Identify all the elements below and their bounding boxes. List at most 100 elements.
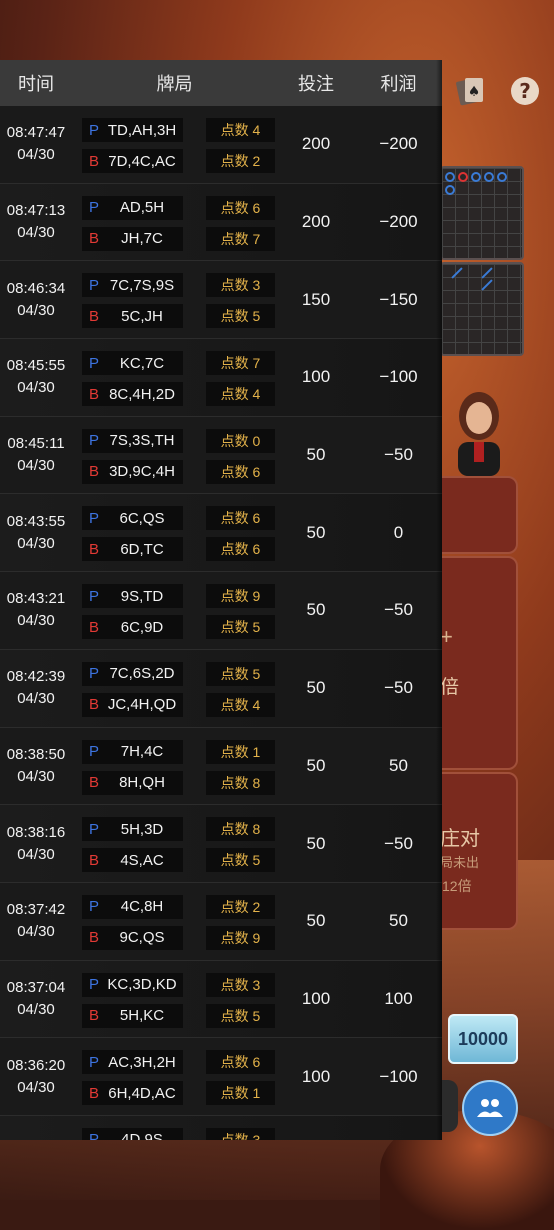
banker-tag: B [88,540,99,558]
player-points-value: 5 [252,665,261,682]
banker-cards: 5C,JH [121,307,163,325]
banker-points-value: 4 [252,386,261,403]
player-points: 点数 6 [206,1050,275,1075]
header-time: 时间 [18,74,54,94]
side-panel-2[interactable] [430,556,518,770]
header-hand: 牌局 [156,74,193,94]
banker-hand: B JH,7C [82,226,183,251]
small-road-map [440,262,524,356]
history-row[interactable]: 08:45:11 04/30 50 −50 P 7S,3S,TH 点数 0 B 3D,9C,4H… [0,416,442,495]
banker-tag: B [88,696,99,714]
hand-boxes: P 7C,7S,9S 点数 3 B 5C,JH 点数 5 [0,261,442,338]
banker-cards: 5H,KC [119,1007,165,1025]
player-hand: P 9S,TD [82,584,183,609]
player-cards: KC,3D,KD [107,976,177,994]
banker-points-value: 4 [252,696,261,713]
player-tag: P [88,276,99,294]
road-dot-banker [458,172,468,182]
banker-hand: B 4S,AC [82,848,183,873]
points-label: 点数 [220,774,249,791]
hand-boxes: P KC,7C 点数 7 B 8C,4H,2D 点数 4 [0,339,442,416]
history-list[interactable]: 08:47:47 04/30 200 −200 P TD,AH,3H 点数 4 B 7D,4C,… [0,106,442,1140]
bet-history-panel[interactable]: 时间 牌局 投注 利润 08:47:47 04/30 200 −200 P TD,AH,3… [0,60,442,1140]
hand-boxes: P 6C,QS 点数 6 B 6D,TC 点数 6 [0,494,442,571]
points-label: 点数 [220,1007,249,1024]
banker-hand: B 8H,QH [82,770,183,795]
points-label: 点数 [220,821,249,838]
dealer-avatar [458,392,500,476]
chip-10000[interactable]: 10000 [448,1014,518,1064]
history-row[interactable]: 08:37:04 04/30 100 100 P KC,3D,KD 点数 3 B 5H,KC 点数… [0,961,442,1039]
player-cards: 5H,3D [120,820,164,838]
banker-hand: B 6C,9D [82,615,183,640]
player-cards: 9S,TD [120,587,164,605]
banker-hand: B 3D,9C,4H [82,459,183,484]
banker-cards: 3D,9C,4H [109,463,175,481]
player-hand: P 4C,8H [82,894,183,919]
history-row[interactable]: 08:38:50 04/30 50 50 P 7H,4C 点数 1 B 8H,QH 点数 8 [0,727,442,806]
banker-points: 点数 2 [206,149,275,173]
player-hand: P AD,5H [82,195,183,220]
hand-boxes: P 7S,3S,TH 点数 0 B 3D,9C,4H 点数 6 [0,417,442,494]
banker-points-value: 1 [252,1085,261,1102]
banker-points: 点数 5 [206,1003,275,1028]
side-panel-3[interactable] [430,772,518,930]
players-button[interactable] [462,1080,518,1136]
banker-tag: B [88,851,99,869]
history-row[interactable]: 08:43:55 04/30 50 0 P 6C,QS 点数 6 B 6D,TC 点数 6 [0,494,442,573]
banker-tag: B [88,774,99,791]
player-tag: P [88,354,99,372]
points-label: 点数 [220,122,249,138]
player-tag: P [88,1053,99,1071]
player-points: 点数 2 [206,894,275,919]
banker-cards: 6C,9D [120,618,164,636]
history-row[interactable]: 08:36:20 04/30 100 −100 P AC,3H,2H 点数 6 B 6H,4D,… [0,1038,442,1116]
history-row[interactable]: 08:46:34 04/30 150 −150 P 7C,7S,9S 点数 3 B 5C,JH 点… [0,261,442,340]
banker-cards: 4S,AC [120,851,164,869]
history-row[interactable]: 08:37:42 04/30 50 50 P 4C,8H 点数 2 B 9C,QS 点数 9 [0,882,442,961]
road-slash [451,267,463,279]
banker-points-value: 7 [252,230,261,247]
banker-points-value: 5 [252,308,261,325]
player-tag: P [88,199,99,217]
side-panel-3-sub: 局未出 [440,855,480,870]
player-cards: 7S,3S,TH [109,432,175,450]
history-row[interactable]: 08:35:465050P4D,9S点数 3 [0,1116,442,1140]
history-row[interactable]: 08:47:47 04/30 200 −200 P TD,AH,3H 点数 4 B 7D,4C,… [0,106,442,184]
banker-points-value: 5 [252,852,261,869]
player-points-value: 1 [252,743,261,760]
hand-boxes: P TD,AH,3H 点数 4 B 7D,4C,AC 点数 2 [0,106,442,183]
player-points: 点数 4 [206,118,275,142]
player-hand: P KC,3D,KD [82,972,183,997]
player-points: 点数 5 [206,661,275,686]
history-row[interactable]: 08:43:21 04/30 50 −50 P 9S,TD 点数 9 B 6C,9D 点数 5 [0,572,442,650]
player-points: 点数 9 [206,584,275,609]
player-points-value: 0 [252,432,261,449]
points-label: 点数 [220,308,249,325]
road-dot-player [484,172,494,182]
player-hand: P 5H,3D [82,817,183,842]
points-label: 点数 [220,696,249,713]
banker-cards: 6D,TC [120,540,164,558]
banker-points: 点数 5 [206,848,275,873]
history-row[interactable]: 08:38:16 04/30 50 −50 P 5H,3D 点数 8 B 4S,AC 点数 5 [0,805,442,883]
history-row[interactable]: 08:45:55 04/30 100 −100 P KC,7C 点数 7 B 8C,4H,2D 点… [0,339,442,417]
history-row[interactable]: 08:42:39 04/30 50 −50 P 7C,6S,2D 点数 5 B JC,4H,QD… [0,650,442,728]
help-icon[interactable]: ? [506,72,544,110]
points-label: 点数 [220,665,249,682]
banker-points-value: 6 [252,541,261,558]
players-icon [477,1099,503,1117]
player-points: 点数 3 [206,1127,275,1140]
history-row[interactable]: 08:47:13 04/30 200 −200 P AD,5H 点数 6 B JH,7C 点数 7 [0,184,442,262]
points-label: 点数 [220,898,249,915]
road-dot-player [445,185,455,195]
banker-tag: B [88,929,99,947]
banker-points-value: 5 [252,619,261,636]
side-panel-1[interactable] [430,476,518,554]
road-dot-player [471,172,481,182]
hand-boxes: P 4D,9S 点数 3 [0,1116,442,1140]
player-points-value: 7 [252,355,261,372]
player-points-value: 4 [252,122,261,138]
player-tag: P [88,820,99,838]
cards-icon[interactable]: ♠ [452,72,490,110]
